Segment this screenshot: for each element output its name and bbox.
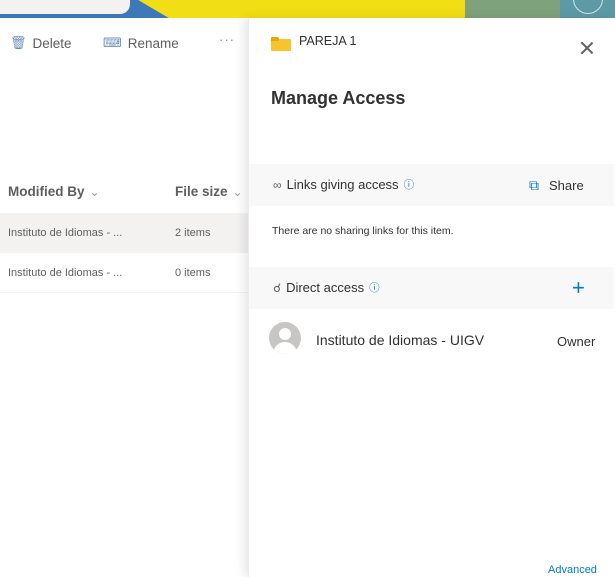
links-giving-access-label: Links giving access: [286, 177, 399, 192]
direct-access-header: ☌ Direct access ⓘ: [273, 280, 380, 295]
user-role[interactable]: Owner: [557, 334, 595, 349]
trash-icon: 🗑: [10, 35, 27, 50]
close-icon[interactable]: [580, 41, 594, 55]
info-icon[interactable]: ⓘ: [404, 177, 415, 192]
share-label: Share: [549, 178, 584, 193]
advanced-link[interactable]: Advanced: [548, 564, 597, 576]
table-row[interactable]: Instituto de Idiomas - ... 0 items: [0, 253, 260, 293]
row-modified-by: Instituto de Idiomas - ...: [8, 227, 123, 239]
links-giving-access-header: ∞ Links giving access ⓘ: [273, 177, 414, 192]
plus-icon[interactable]: +: [572, 273, 585, 303]
folder-name: PAREJA 1: [299, 34, 357, 48]
table-row[interactable]: Instituto de Idiomas - ... 2 items: [0, 213, 260, 253]
site-header-banner: [0, 0, 615, 18]
panel-title: Manage Access: [271, 88, 406, 108]
links-giving-access-section: ∞ Links giving access ⓘ ⧉ Share: [249, 164, 614, 206]
avatar-icon: [269, 322, 301, 354]
link-icon: ∞: [273, 177, 282, 192]
banner-green-strip: [465, 0, 565, 18]
column-header-file-size-label: File size: [175, 184, 228, 199]
more-actions-button[interactable]: ···: [219, 32, 235, 47]
info-icon[interactable]: ⓘ: [369, 280, 380, 295]
banner-yellow-strip: [138, 0, 468, 18]
row-file-size: 0 items: [175, 267, 211, 279]
column-header-modified-by[interactable]: Modified By ⌄: [8, 184, 100, 199]
rename-button[interactable]: ⌨ Rename: [103, 35, 179, 51]
direct-access-section: ☌ Direct access ⓘ +: [249, 267, 614, 309]
direct-access-label: Direct access: [286, 280, 365, 295]
manage-access-panel: PAREJA 1 Manage Access ∞ Links giving ac…: [248, 18, 615, 577]
chevron-down-icon: ⌄: [232, 185, 243, 199]
no-sharing-links-text: There are no sharing links for this item…: [272, 225, 454, 237]
row-file-size: 2 items: [175, 227, 211, 239]
direct-access-user[interactable]: Instituto de Idiomas - UIGV Owner: [269, 322, 609, 358]
user-name: Instituto de Idiomas - UIGV: [316, 332, 485, 348]
column-header-file-size[interactable]: File size ⌄: [175, 184, 243, 199]
banner-tab: [0, 0, 130, 14]
rename-label: Rename: [127, 35, 179, 51]
folder-icon: [271, 37, 291, 51]
column-header-modified-by-label: Modified By: [8, 184, 85, 199]
share-icon: ⧉: [529, 177, 539, 193]
delete-label: Delete: [32, 35, 72, 51]
command-bar: 🗑 Delete ⌨ Rename ···: [0, 18, 260, 66]
chevron-down-icon: ⌄: [89, 185, 100, 199]
people-icon: ☌: [273, 280, 282, 295]
row-modified-by: Instituto de Idiomas - ...: [8, 267, 123, 279]
rename-icon: ⌨: [103, 35, 122, 50]
delete-button[interactable]: 🗑 Delete: [10, 35, 72, 51]
share-button[interactable]: ⧉ Share: [529, 177, 584, 194]
